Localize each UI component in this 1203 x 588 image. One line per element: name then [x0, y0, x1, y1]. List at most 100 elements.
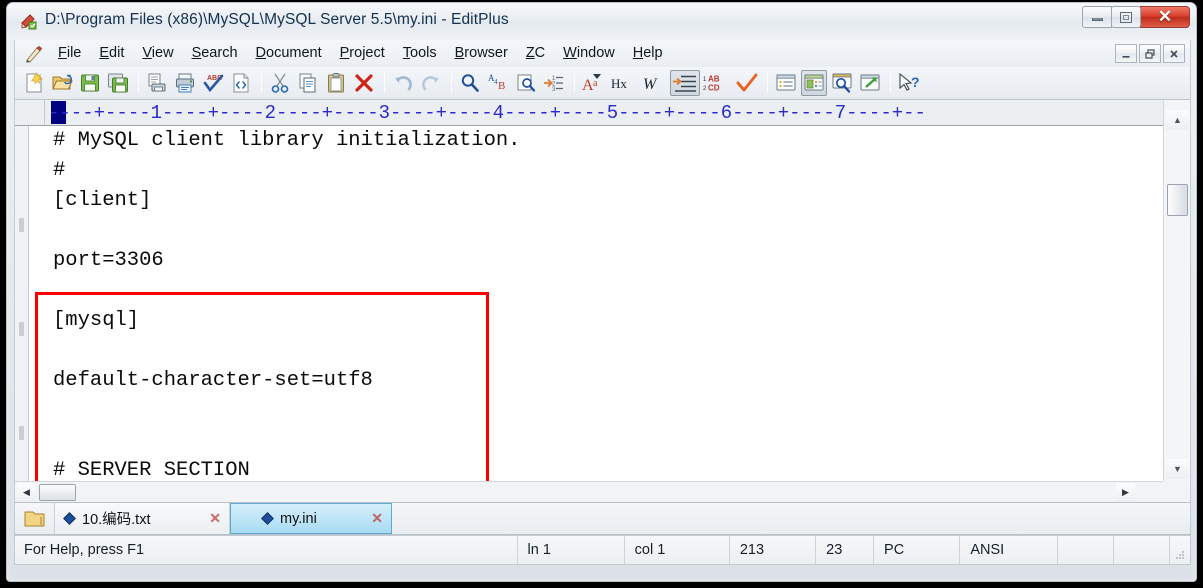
vertical-scroll-thumb[interactable]	[1167, 184, 1188, 216]
tab-label: 10.编码.txt	[82, 512, 151, 528]
toolbar-separator	[890, 73, 891, 93]
undo-icon[interactable]	[390, 70, 416, 96]
context-help-icon[interactable]: ?	[896, 70, 928, 96]
tab-modified-icon	[63, 512, 76, 525]
tab-10-encoding-txt[interactable]: 10.编码.txt ✕	[55, 503, 230, 534]
close-button[interactable]: ✕	[1140, 6, 1190, 28]
vertical-scrollbar[interactable]: ▲ ▼	[1163, 100, 1190, 485]
text-content[interactable]: # MySQL client library initialization. #…	[31, 126, 1164, 481]
find-in-files-icon[interactable]	[513, 70, 539, 96]
status-line-count: 23	[816, 536, 875, 564]
change-case-icon[interactable]: A a	[580, 70, 606, 96]
status-line-number: ln 1	[518, 536, 625, 564]
preview-browser-icon[interactable]	[829, 70, 855, 96]
scroll-right-icon[interactable]: ▶	[1116, 483, 1135, 502]
redo-icon[interactable]	[418, 70, 444, 96]
delete-icon[interactable]	[351, 70, 377, 96]
menu-browser[interactable]: Browser	[446, 42, 517, 65]
menu-bar: File Edit View Search Document Project T…	[14, 40, 1191, 67]
tab-my-ini[interactable]: my.ini ✕	[230, 503, 392, 534]
menu-search[interactable]: Search	[183, 42, 247, 65]
scroll-up-icon[interactable]: ▲	[1166, 110, 1189, 130]
svg-text:B: B	[498, 80, 505, 92]
goto-line-icon[interactable]: 1 2 3	[541, 70, 567, 96]
tab-label: my.ini	[280, 510, 317, 527]
new-file-icon[interactable]	[21, 70, 47, 96]
document-close-button[interactable]	[1163, 44, 1185, 63]
folder-icon[interactable]	[15, 503, 55, 534]
document-minimize-icon	[1122, 55, 1130, 58]
selection-gutter[interactable]	[15, 126, 29, 481]
find-icon[interactable]	[457, 70, 483, 96]
horizontal-scrollbar[interactable]: ◀ ▶	[15, 481, 1164, 502]
ruler-scale: ----+----1----+----2----+----3----+----4…	[48, 102, 926, 124]
menu-tools[interactable]: Tools	[394, 42, 446, 65]
svg-text:2: 2	[703, 86, 707, 92]
paste-icon[interactable]	[323, 70, 349, 96]
code-line: # SERVER SECTION	[53, 459, 250, 481]
editplus-app-icon	[20, 12, 38, 30]
external-browser-icon[interactable]	[857, 70, 883, 96]
indent-icon[interactable]	[670, 70, 700, 96]
maximize-icon	[1120, 11, 1132, 23]
resize-grip-icon[interactable]	[1174, 549, 1186, 561]
document-selector-icon[interactable]	[773, 70, 799, 96]
html-toolbar-icon[interactable]	[228, 70, 254, 96]
toolbar: ABC A 4 B 1 2 3 A a Hx W 1 2 AB CD ?	[14, 67, 1191, 100]
menu-file[interactable]: File	[49, 42, 90, 65]
gutter-marker	[19, 218, 24, 232]
gutter-marker	[19, 322, 24, 336]
menu-window[interactable]: Window	[554, 42, 624, 65]
minimize-button[interactable]	[1082, 6, 1112, 28]
status-line-ending: PC	[874, 536, 961, 564]
toolbar-separator	[767, 73, 768, 93]
horizontal-scroll-thumb[interactable]	[39, 484, 76, 501]
save-all-icon[interactable]	[105, 70, 131, 96]
toolbar-separator	[138, 73, 139, 93]
print-preview-icon[interactable]	[144, 70, 170, 96]
window-controls: ✕	[1082, 6, 1190, 28]
pencil-icon	[19, 42, 49, 66]
menu-project[interactable]: Project	[331, 42, 394, 65]
code-line: # MySQL client library initialization.	[53, 129, 521, 152]
toolbar-separator	[384, 73, 385, 93]
svg-text:CD: CD	[708, 84, 720, 93]
document-restore-button[interactable]	[1139, 44, 1161, 63]
scroll-down-icon[interactable]: ▼	[1166, 459, 1189, 479]
check-icon[interactable]	[734, 70, 760, 96]
status-column: col 1	[625, 536, 730, 564]
cut-icon[interactable]	[267, 70, 293, 96]
open-file-icon[interactable]	[49, 70, 75, 96]
svg-text:3: 3	[552, 87, 556, 93]
document-minimize-button[interactable]	[1115, 44, 1137, 63]
menu-edit[interactable]: Edit	[90, 42, 133, 65]
svg-text:Hx: Hx	[611, 76, 627, 91]
menu-help[interactable]: Help	[624, 42, 672, 65]
title-bar[interactable]: D:\Program Files (x86)\MySQL\MySQL Serve…	[7, 3, 1196, 39]
directory-window-icon[interactable]	[801, 70, 827, 96]
tab-close-icon[interactable]: ✕	[209, 510, 221, 527]
save-file-icon[interactable]	[77, 70, 103, 96]
minimize-icon	[1091, 18, 1103, 21]
replace-icon[interactable]: A 4 B	[485, 70, 511, 96]
spell-check-icon[interactable]: ABC	[200, 70, 226, 96]
document-close-icon	[1170, 49, 1178, 58]
application-window: D:\Program Files (x86)\MySQL\MySQL Serve…	[0, 0, 1203, 588]
sort-icon[interactable]: 1 2 AB CD	[702, 70, 732, 96]
menu-view[interactable]: View	[133, 42, 182, 65]
print-icon[interactable]	[172, 70, 198, 96]
menu-zc[interactable]: ZC	[517, 42, 554, 65]
copy-icon[interactable]	[295, 70, 321, 96]
word-wrap-icon[interactable]: W	[640, 70, 668, 96]
tab-close-icon[interactable]: ✕	[371, 510, 383, 527]
hex-viewer-icon[interactable]: Hx	[608, 70, 638, 96]
maximize-button[interactable]	[1111, 6, 1141, 28]
scroll-left-icon[interactable]: ◀	[17, 483, 36, 502]
column-ruler: ----+----1----+----2----+----3----+----4…	[15, 100, 1164, 126]
close-icon: ✕	[1157, 7, 1173, 26]
menu-document[interactable]: Document	[247, 42, 331, 65]
code-line: [mysql]	[53, 309, 140, 332]
